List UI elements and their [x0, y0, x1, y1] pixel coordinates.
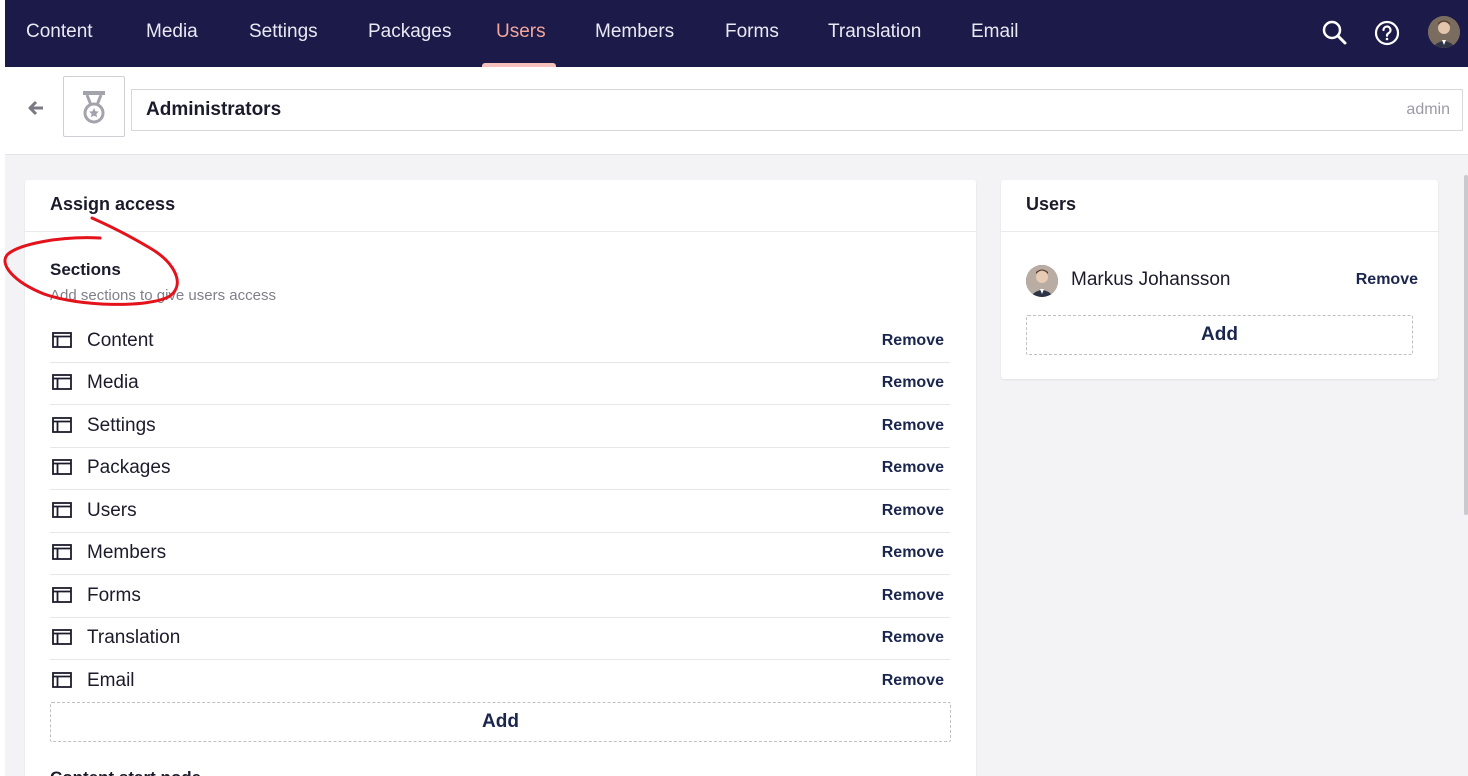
- nav-item-translation[interactable]: Translation: [828, 0, 921, 67]
- section-label: Packages: [87, 457, 171, 478]
- section-label: Settings: [87, 415, 156, 436]
- user-row: Markus Johansson Remove: [1026, 265, 1418, 299]
- nav-item-media[interactable]: Media: [146, 0, 198, 67]
- section-row: Media Remove: [50, 363, 950, 405]
- nav-item-users[interactable]: Users: [496, 0, 546, 67]
- remove-section-button[interactable]: Remove: [882, 533, 944, 573]
- section-row: Members Remove: [50, 533, 950, 575]
- remove-section-button[interactable]: Remove: [882, 363, 944, 403]
- section-icon: [52, 374, 72, 390]
- help-icon[interactable]: [1371, 17, 1403, 49]
- assign-access-panel: Assign access Sections Add sections to g…: [25, 180, 976, 776]
- section-icon: [52, 629, 72, 645]
- section-row: Content Remove: [50, 321, 950, 363]
- nav-item-packages[interactable]: Packages: [368, 0, 451, 67]
- remove-user-button[interactable]: Remove: [1356, 265, 1418, 295]
- group-name-field[interactable]: Administrators admin: [131, 89, 1463, 131]
- group-alias-value: admin: [1406, 101, 1450, 118]
- scrollbar[interactable]: [1464, 175, 1468, 515]
- assign-access-title: Assign access: [50, 194, 176, 214]
- section-row: Users Remove: [50, 491, 950, 533]
- remove-section-button[interactable]: Remove: [882, 448, 944, 488]
- top-navigation: Content Media Settings Packages Users Me…: [5, 0, 1468, 67]
- nav-item-email[interactable]: Email: [971, 0, 1019, 67]
- section-icon: [52, 544, 72, 560]
- section-label: Media: [87, 372, 139, 393]
- user-name: Markus Johansson: [1071, 269, 1231, 290]
- section-icon: [52, 672, 72, 688]
- avatar-photo-icon: [1026, 265, 1058, 297]
- remove-section-button[interactable]: Remove: [882, 321, 944, 361]
- section-icon: [52, 502, 72, 518]
- medal-icon: [83, 91, 105, 124]
- section-row: Settings Remove: [50, 406, 950, 448]
- section-label: Translation: [87, 627, 181, 648]
- section-row: Translation Remove: [50, 618, 950, 660]
- nav-item-members[interactable]: Members: [595, 0, 674, 67]
- add-user-button[interactable]: Add: [1026, 315, 1413, 355]
- section-label: Email: [87, 670, 135, 691]
- remove-section-button[interactable]: Remove: [882, 618, 944, 658]
- editor-header: Administrators admin: [5, 67, 1468, 155]
- add-section-button[interactable]: Add: [50, 702, 951, 742]
- section-row: Packages Remove: [50, 448, 950, 490]
- section-icon: [52, 417, 72, 433]
- section-label: Forms: [87, 585, 141, 606]
- section-label: Content: [87, 330, 154, 351]
- section-row: Email Remove: [50, 661, 950, 703]
- back-arrow-icon[interactable]: [25, 97, 47, 119]
- search-icon[interactable]: [1319, 17, 1351, 49]
- sections-heading: Sections: [50, 260, 121, 279]
- user-avatar: [1026, 265, 1058, 297]
- section-label: Users: [87, 500, 137, 521]
- group-icon-picker[interactable]: [63, 76, 125, 137]
- sections-description: Add sections to give users access: [50, 287, 276, 304]
- section-icon: [52, 459, 72, 475]
- remove-section-button[interactable]: Remove: [882, 406, 944, 446]
- remove-section-button[interactable]: Remove: [882, 576, 944, 616]
- users-panel: Users Markus Johansson Remove Add: [1001, 180, 1438, 379]
- nav-item-settings[interactable]: Settings: [249, 0, 318, 67]
- remove-section-button[interactable]: Remove: [882, 661, 944, 701]
- nav-item-content[interactable]: Content: [26, 0, 93, 67]
- avatar-photo-icon: [1428, 16, 1460, 48]
- users-panel-title: Users: [1026, 194, 1077, 214]
- panel-divider: [25, 231, 976, 232]
- section-icon: [52, 587, 72, 603]
- content-start-node-heading: Content start node: [50, 768, 201, 776]
- panel-divider: [1001, 231, 1438, 232]
- section-icon: [52, 332, 72, 348]
- current-user-avatar[interactable]: [1428, 16, 1460, 48]
- group-name-value: Administrators: [146, 99, 282, 120]
- section-row: Forms Remove: [50, 576, 950, 618]
- nav-item-forms[interactable]: Forms: [725, 0, 779, 67]
- remove-section-button[interactable]: Remove: [882, 491, 944, 531]
- section-label: Members: [87, 542, 167, 563]
